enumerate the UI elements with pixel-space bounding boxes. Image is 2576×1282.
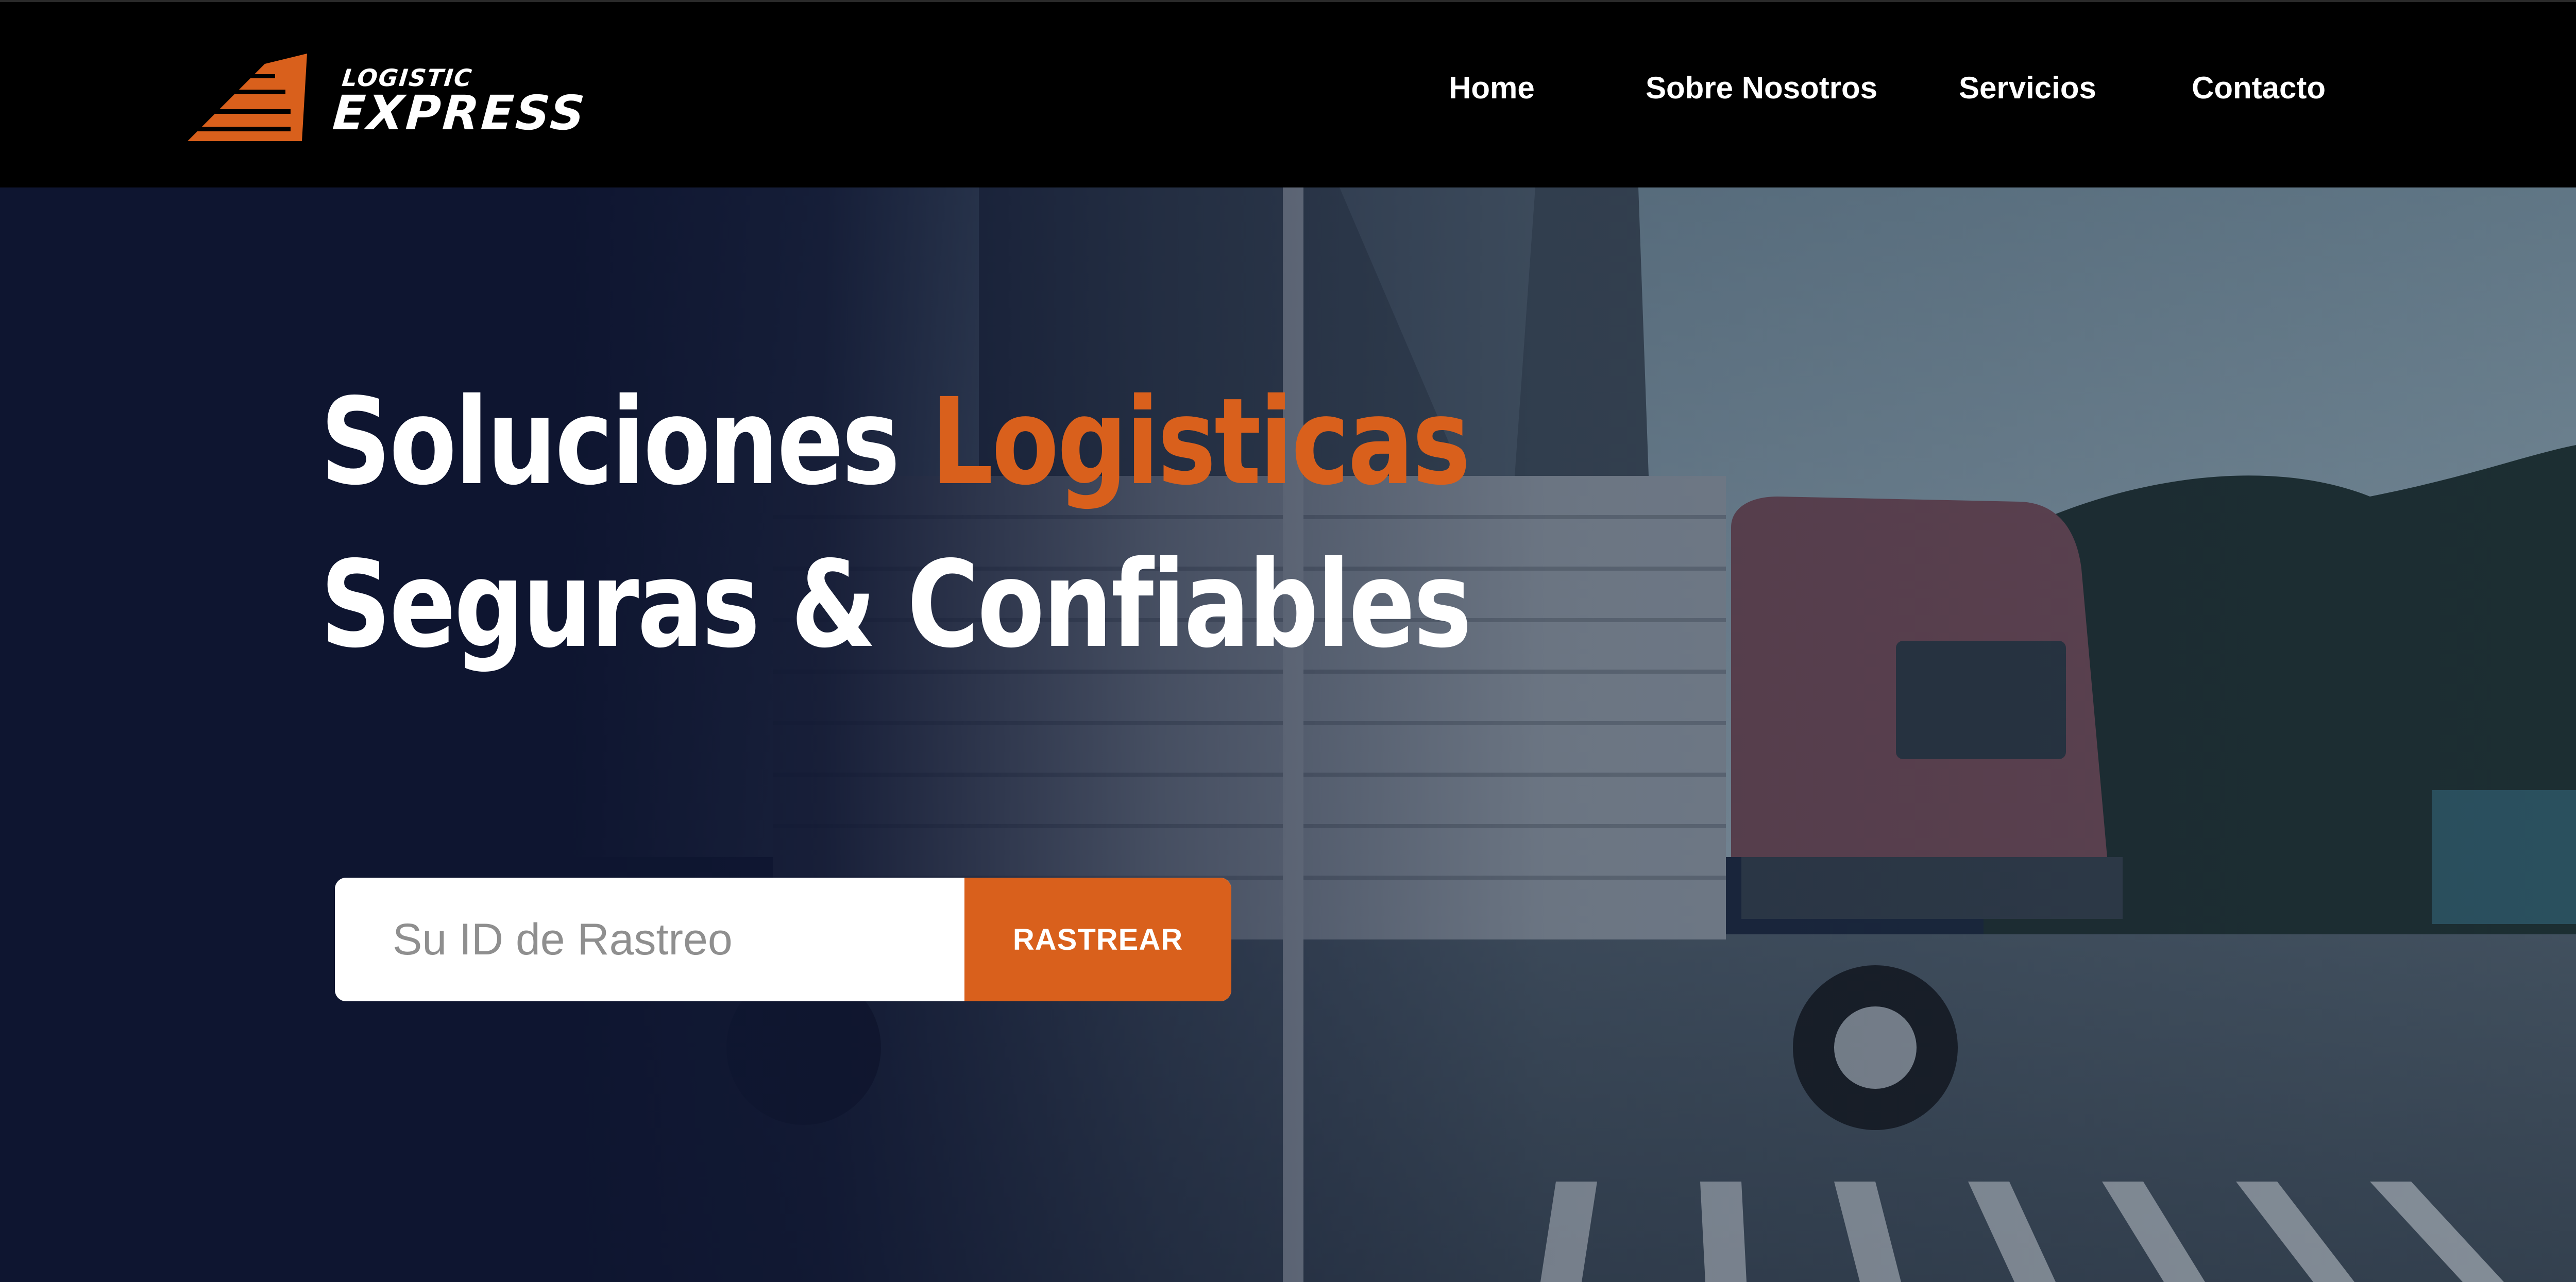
- hero-dark-gradient: [0, 187, 2576, 1282]
- nav-link-services[interactable]: Servicios: [1959, 70, 2096, 106]
- hero-title-accent: Logisticas: [930, 372, 1471, 511]
- tracking-form: RASTREAR: [335, 878, 1231, 1001]
- hero-section: Soluciones Logisticas Seguras & Confiabl…: [0, 187, 2576, 1282]
- hero-title-line-2: Seguras & Confiables: [320, 535, 1472, 674]
- hero-title: Soluciones Logisticas Seguras & Confiabl…: [320, 361, 1472, 686]
- hero-title-line-1: Soluciones Logisticas: [320, 361, 1470, 523]
- main-nav: Home Sobre Nosotros Servicios Contacto: [0, 2, 2576, 190]
- hero-title-word: Soluciones: [320, 372, 931, 511]
- nav-link-about[interactable]: Sobre Nosotros: [1646, 70, 1877, 106]
- nav-link-contact[interactable]: Contacto: [2192, 70, 2326, 106]
- top-navbar: LOGISTIC EXPRESS Home Sobre Nosotros Ser…: [0, 0, 2576, 187]
- track-button[interactable]: RASTREAR: [964, 878, 1231, 1001]
- nav-link-home[interactable]: Home: [1449, 70, 1535, 106]
- tracking-id-input[interactable]: [335, 878, 964, 1001]
